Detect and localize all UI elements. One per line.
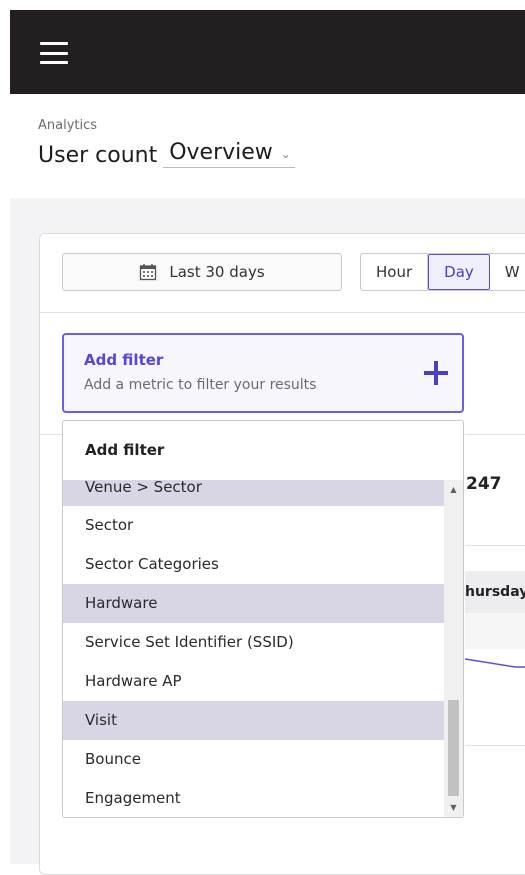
dropdown-item-label: Sector Categories [85,555,219,573]
dropdown-item-label: Sector [85,516,134,534]
dropdown-item-visit[interactable]: Visit [63,701,444,740]
dropdown-item-hardware[interactable]: Hardware [63,584,444,623]
add-filter-title: Add filter [84,351,164,369]
date-range-button[interactable]: Last 30 days [62,253,342,291]
divider [465,745,525,746]
add-filter-button[interactable]: Add filter Add a metric to filter your r… [62,333,464,413]
scrollbar-thumb[interactable] [448,700,459,796]
granularity-week-button[interactable]: W [490,254,525,290]
dropdown-header: Add filter [85,441,165,459]
divider [40,312,525,313]
dropdown-item-label: Venue > Sector [85,480,202,496]
dropdown-item-label: Bounce [85,750,141,768]
date-range-label: Last 30 days [169,263,265,281]
dropdown-item-label: Hardware [85,594,158,612]
dropdown-item-sector[interactable]: Sector [63,506,444,545]
dropdown-item-ssid[interactable]: Service Set Identifier (SSID) [63,623,444,662]
page-header: Analytics User count Overview ⌄ [10,94,525,198]
dropdown-item-label: Hardware AP [85,672,182,690]
granularity-hour-button[interactable]: Hour [361,254,429,290]
divider [465,434,525,435]
plus-icon [424,361,448,385]
divider [465,545,525,546]
granularity-toggle: Hour Day W [360,253,525,291]
granularity-day-button[interactable]: Day [428,254,490,290]
scroll-down-arrow-icon[interactable]: ▼ [444,800,463,816]
dropdown-item-label: Engagement [85,789,181,807]
dropdown-item-hardware-ap[interactable]: Hardware AP [63,662,444,701]
hamburger-menu-icon[interactable] [40,42,68,64]
divider [40,434,62,435]
dropdown-item-label: Visit [85,711,117,729]
top-navigation-bar [10,10,525,94]
page-title: User count [38,143,158,168]
dropdown-item-bounce[interactable]: Bounce [63,740,444,779]
add-filter-subtitle: Add a metric to filter your results [84,377,317,393]
page-title-row: User count Overview ⌄ [38,140,295,168]
dropdown-scrollbar[interactable]: ▲ ▼ [444,480,463,817]
dropdown-list: Venue > Sector Sector Sector Categories … [63,480,444,817]
scroll-up-arrow-icon[interactable]: ▲ [444,482,463,498]
dropdown-item-sector-categories[interactable]: Sector Categories [63,545,444,584]
filter-dropdown: Add filter Venue > Sector Sector Sector … [62,420,464,818]
view-select[interactable]: Overview ⌄ [163,140,295,168]
breadcrumb: Analytics [38,118,98,133]
stat-value-fragment: 247 [466,474,502,494]
dropdown-item-venue-sector[interactable]: Venue > Sector [63,480,444,506]
dropdown-item-label: Service Set Identifier (SSID) [85,633,294,651]
chart-line-fragment [465,658,525,668]
view-select-value: Overview [169,140,273,165]
dropdown-item-engagement[interactable]: Engagement [63,779,444,817]
table-header-fragment: hursday, [465,571,525,613]
table-row-background [465,613,525,649]
chevron-down-icon: ⌄ [280,147,291,161]
calendar-icon [140,264,157,281]
